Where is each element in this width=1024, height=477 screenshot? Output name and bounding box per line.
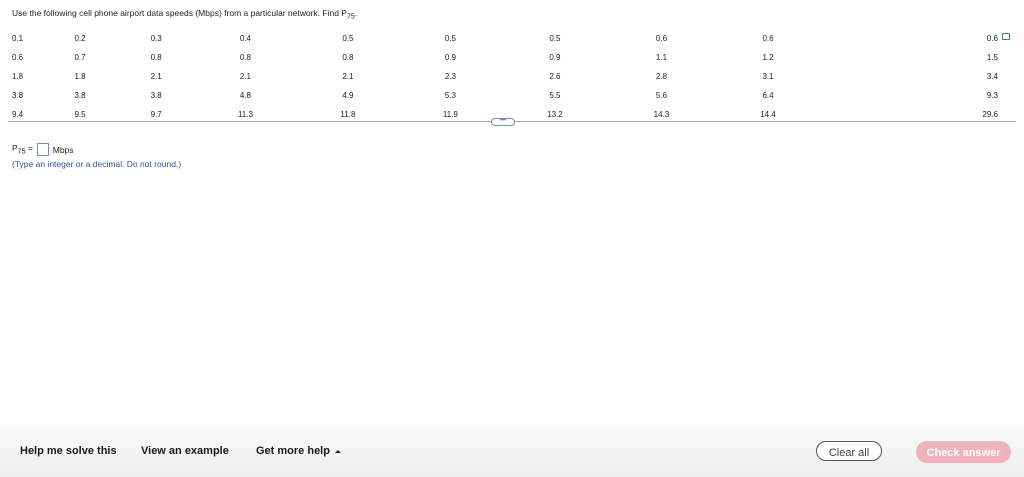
- table-cell: 0.9: [549, 53, 561, 62]
- get-more-help-label: Get more help: [256, 445, 330, 457]
- table-cell: 0.3: [150, 34, 162, 43]
- data-table: 0.1 0.2 0.3 0.4 0.5 0.5 0.5 0.6 0.6 0.6 0.6 0.7 0.8 0…: [10, 29, 1010, 124]
- table-cell: 5.5: [549, 91, 561, 100]
- table-cell: 0.6: [12, 53, 24, 62]
- table-row: 0.6 0.7 0.8 0.8 0.8 0.9 0.9 1.1 1.2 1.5: [10, 48, 1010, 67]
- table-cell: 4.9: [342, 91, 354, 100]
- table-row: 0.1 0.2 0.3 0.4 0.5 0.5 0.5 0.6 0.6 0.6: [10, 29, 1010, 48]
- clear-all-button[interactable]: Clear all: [816, 441, 882, 461]
- table-cell: 0.5: [444, 34, 456, 43]
- answer-unit: Mbps: [52, 144, 74, 155]
- table-cell: 0.6: [655, 34, 668, 43]
- table-cell: 9.3: [986, 91, 998, 100]
- table-cell: 3.4: [986, 72, 998, 81]
- table-cell: 1.5: [986, 53, 998, 62]
- help-me-solve-button[interactable]: Help me solve this: [20, 445, 117, 457]
- table-cell: 0.6: [762, 34, 774, 43]
- expand-more-button[interactable]: •••: [491, 118, 515, 126]
- table-cell: 3.8: [150, 91, 162, 100]
- table-cell: 6.4: [762, 91, 774, 100]
- table-cell: 3.1: [762, 72, 774, 81]
- table-cell: 3.8: [74, 91, 86, 100]
- table-cell: 0.8: [342, 53, 354, 62]
- table-cell: 5.3: [444, 91, 456, 100]
- question-text: Use the following cell phone airport dat…: [12, 8, 357, 21]
- view-example-button[interactable]: View an example: [141, 445, 229, 457]
- answer-input[interactable]: [36, 143, 49, 156]
- table-cell: 0.5: [549, 34, 561, 43]
- table-cell: 0.5: [342, 34, 354, 43]
- question-body: Use the following cell phone airport dat…: [12, 8, 347, 18]
- table-cell: 2.1: [342, 72, 354, 81]
- table-cell: 3.8: [12, 91, 24, 100]
- question-subscript: 75: [346, 13, 355, 21]
- table-cell: 2.3: [444, 72, 456, 81]
- table-cell: 0.8: [239, 53, 251, 62]
- table-cell: 2.8: [655, 72, 668, 81]
- table-cell: 5.6: [655, 91, 668, 100]
- table-cell: 4.8: [239, 91, 251, 100]
- table-cell: 2.1: [239, 72, 251, 81]
- table-row: 3.8 3.8 3.8 4.8 4.9 5.3 5.5 5.6 6.4 9.3: [10, 86, 1010, 105]
- table-cell: 1.1: [655, 53, 668, 62]
- copy-data-icon[interactable]: [1002, 33, 1010, 40]
- table-cell: 0.6: [986, 34, 998, 43]
- answer-label: P75 =: [12, 143, 33, 156]
- table-cell: 1.2: [762, 53, 774, 62]
- get-more-help-button[interactable]: Get more help: [256, 445, 341, 457]
- table-row: 1.8 1.8 2.1 2.1 2.1 2.3 2.6 2.8 3.1 3.4: [10, 67, 1010, 86]
- table-cell: 2.6: [549, 72, 561, 81]
- answer-hint: (Type an integer or a decimal. Do not ro…: [12, 159, 182, 169]
- answer-line: P75 = Mbps: [12, 143, 74, 156]
- table-cell: 0.9: [444, 53, 456, 62]
- table-cell: 2.1: [150, 72, 162, 81]
- table-cell: 1.8: [12, 72, 24, 81]
- table-cell: 0.8: [150, 53, 162, 62]
- table-cell: 1.8: [74, 72, 86, 81]
- check-answer-button[interactable]: Check answer: [916, 441, 1011, 463]
- table-cell: 0.1: [12, 34, 24, 43]
- table-cell: 0.2: [74, 34, 86, 43]
- table-cell: 0.4: [239, 34, 251, 43]
- caret-up-icon: [334, 449, 341, 453]
- table-cell: 0.7: [74, 53, 86, 62]
- question-suffix: .: [354, 8, 358, 18]
